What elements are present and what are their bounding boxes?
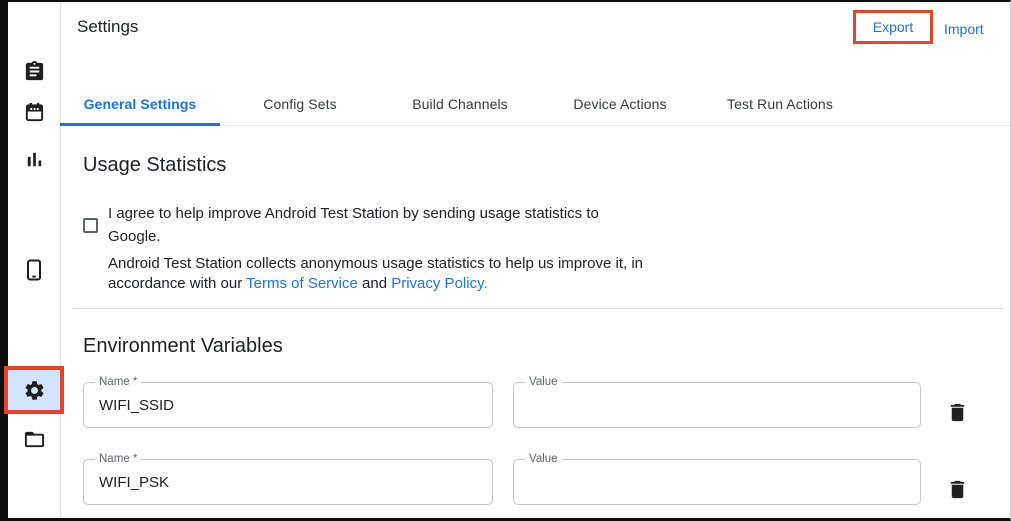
sidebar-item-test-suites[interactable]: [22, 59, 46, 83]
active-tab-indicator: [60, 123, 220, 126]
environment-variables-heading: Environment Variables: [83, 333, 283, 359]
env-var-name-field: Name *: [83, 382, 493, 428]
import-button[interactable]: Import: [944, 19, 984, 39]
tab-general-settings[interactable]: General Settings: [60, 83, 220, 125]
env-var-name-input[interactable]: [84, 383, 492, 427]
usage-stats-checkbox[interactable]: [83, 218, 98, 233]
usage-stats-description: Android Test Station collects anonymous …: [108, 254, 643, 293]
export-button[interactable]: Export: [873, 19, 913, 35]
terms-of-service-link[interactable]: Terms of Service: [246, 275, 358, 292]
tab-device-actions[interactable]: Device Actions: [540, 83, 700, 125]
sidebar-divider: [60, 2, 61, 518]
sidebar-item-devices[interactable]: [22, 258, 46, 282]
delete-variable-button[interactable]: [945, 401, 969, 425]
tab-build-channels[interactable]: Build Channels: [380, 83, 540, 125]
env-var-value-field: Value: [513, 459, 921, 505]
folder-icon: [23, 428, 46, 451]
sidebar-item-test-results[interactable]: [22, 147, 46, 171]
trash-icon: [946, 412, 969, 427]
delete-variable-button[interactable]: [945, 478, 969, 502]
app-window: Settings Export Import General Settings …: [0, 0, 1011, 521]
settings-tabbar: General Settings Config Sets Build Chann…: [60, 83, 860, 125]
assignment-icon: [23, 60, 46, 83]
env-var-value-input[interactable]: [514, 460, 920, 504]
smartphone-icon: [22, 258, 46, 282]
desc-line-2: accordance with our Terms of Service and…: [108, 274, 643, 294]
agree-line-2: Google.: [108, 225, 599, 248]
bar-chart-icon: [23, 148, 46, 171]
sidebar-item-file-browser[interactable]: [22, 427, 46, 451]
tab-test-run-actions[interactable]: Test Run Actions: [700, 83, 860, 125]
env-var-name-input[interactable]: [84, 460, 492, 504]
page-title: Settings: [77, 15, 138, 39]
sidebar-item-settings[interactable]: [22, 378, 46, 402]
desc-line-1: Android Test Station collects anonymous …: [108, 254, 643, 274]
desc-line-2-middle: and: [358, 275, 391, 292]
env-var-value-input[interactable]: [514, 383, 920, 427]
agree-line-1: I agree to help improve Android Test Sta…: [108, 202, 599, 225]
name-field-label: Name *: [95, 452, 141, 467]
env-var-value-field: Value: [513, 382, 921, 428]
value-field-label: Value: [525, 452, 562, 467]
usage-stats-checkbox-label: I agree to help improve Android Test Sta…: [108, 202, 599, 248]
usage-statistics-heading: Usage Statistics: [83, 152, 226, 178]
privacy-policy-link[interactable]: Privacy Policy.: [391, 275, 487, 292]
desc-line-2-prefix: accordance with our: [108, 275, 246, 292]
env-var-name-field: Name *: [83, 459, 493, 505]
section-divider: [73, 308, 1003, 309]
calendar-icon: [23, 101, 46, 124]
value-field-label: Value: [525, 375, 562, 390]
name-field-label: Name *: [95, 375, 141, 390]
trash-icon: [946, 489, 969, 504]
annotation-box-export: Export: [853, 10, 933, 44]
tab-config-sets[interactable]: Config Sets: [220, 83, 380, 125]
sidebar-item-test-plans[interactable]: [22, 100, 46, 124]
gear-icon: [23, 379, 46, 402]
